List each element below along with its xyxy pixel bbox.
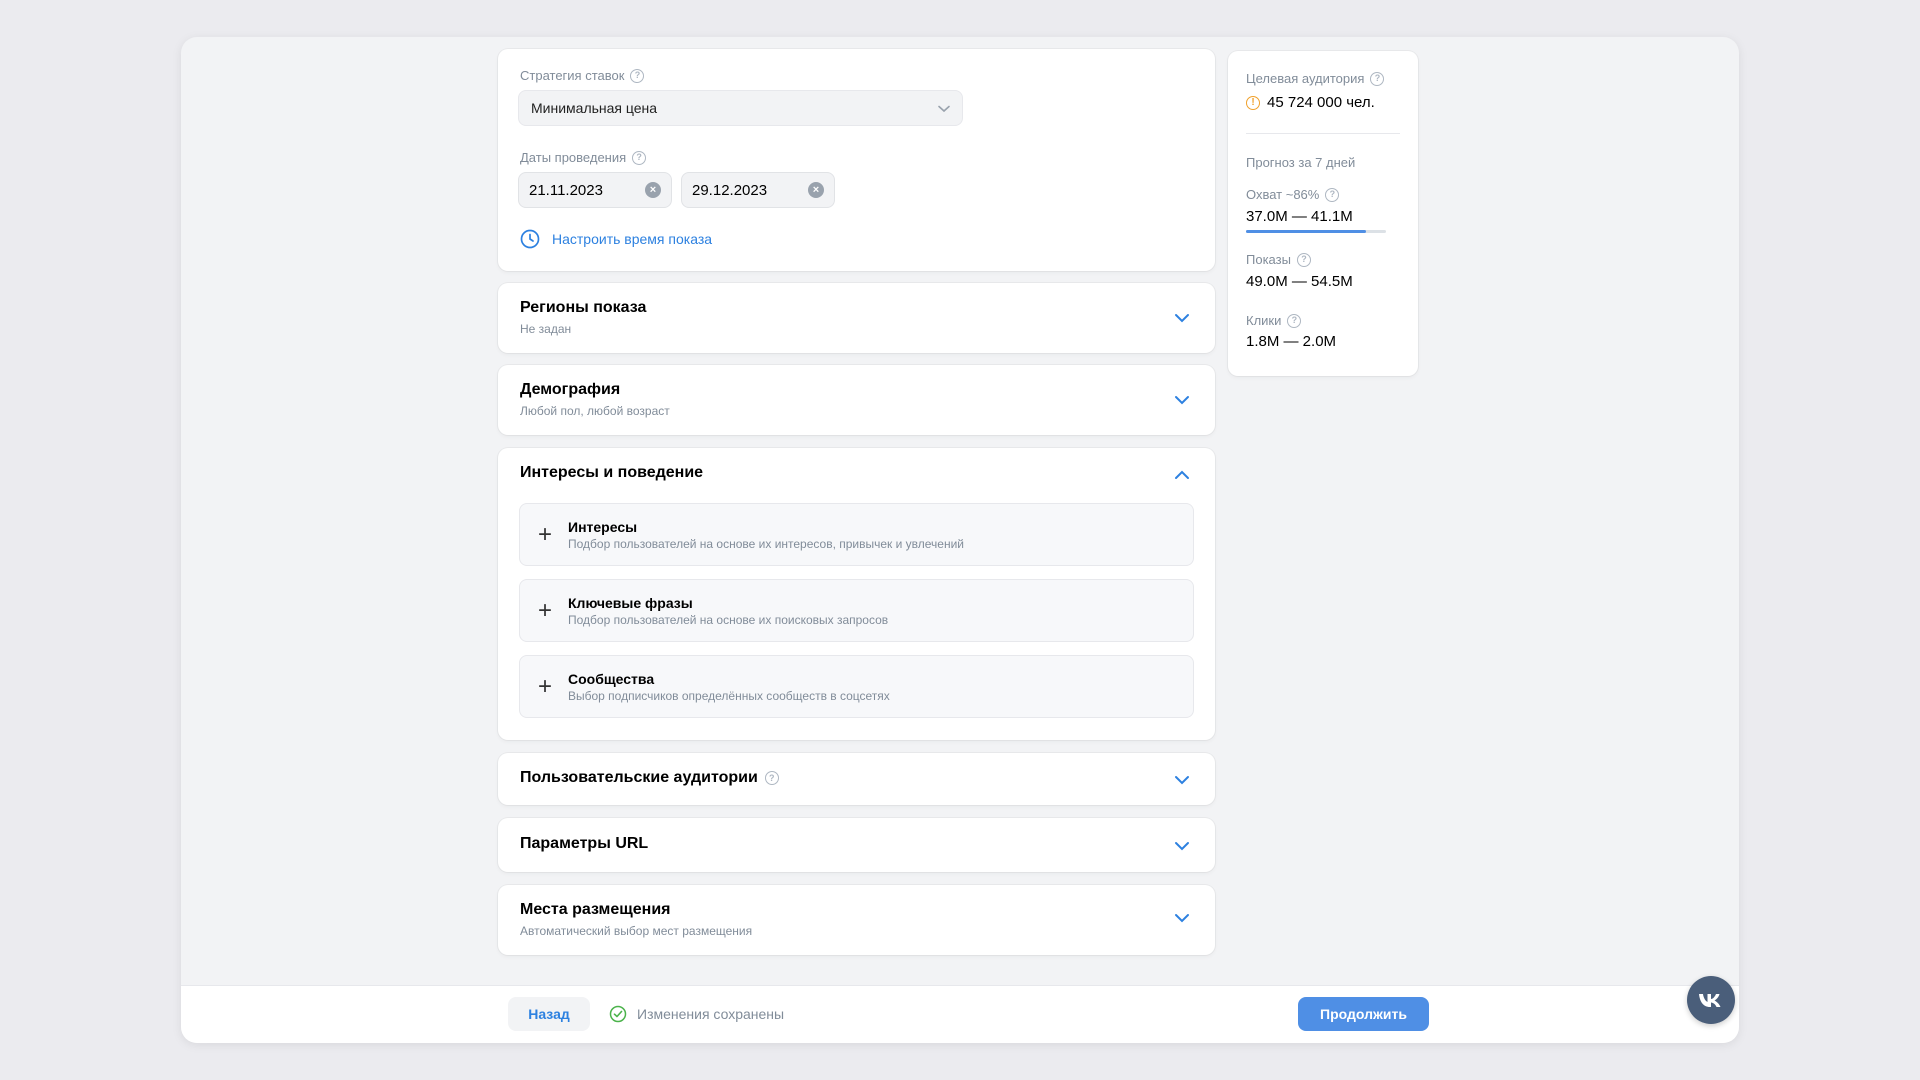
help-icon[interactable]: ? (632, 150, 647, 165)
section-subtitle: Не задан (520, 322, 572, 336)
check-circle-icon (609, 1005, 627, 1023)
date-start-field[interactable]: 21.11.2023 × (518, 172, 672, 208)
keywords-item[interactable]: + Ключевые фразы Подбор пользователей на… (519, 579, 1194, 642)
chevron-down-icon[interactable] (1174, 913, 1190, 923)
placements-section[interactable]: Места размещения Автоматический выбор ме… (498, 885, 1215, 955)
help-icon[interactable]: ? (764, 771, 779, 785)
section-title: Пользовательские аудитории ? (520, 769, 779, 787)
item-description: Подбор пользователей на основе их поиско… (568, 613, 889, 627)
section-title: Демография (520, 381, 621, 398)
reach-value: 37.0M — 41.1M (1246, 208, 1353, 225)
forecast-panel: Целевая аудитория ? ! 45 724 000 чел. Пр… (1228, 51, 1418, 376)
impressions-label: Показы ? (1246, 252, 1311, 267)
chevron-down-icon[interactable] (1174, 775, 1190, 785)
help-icon[interactable]: ? (1296, 252, 1311, 267)
demography-section[interactable]: Демография Любой пол, любой возраст (498, 365, 1215, 435)
chevron-down-icon[interactable] (1174, 841, 1190, 851)
clock-icon (520, 229, 540, 249)
forecast-label: Прогноз за 7 дней (1246, 155, 1356, 170)
help-icon[interactable]: ? (1287, 313, 1302, 328)
clear-icon[interactable]: × (808, 182, 824, 198)
help-icon[interactable]: ? (630, 68, 645, 83)
audience-value: ! 45 724 000 чел. (1246, 94, 1375, 111)
item-description: Подбор пользователей на основе их интере… (568, 537, 965, 551)
app-window: Стратегия ставок ? Минимальная цена Даты… (181, 37, 1739, 1043)
custom-audiences-section[interactable]: Пользовательские аудитории ? (498, 753, 1215, 805)
strategy-select[interactable]: Минимальная цена (518, 90, 963, 126)
item-description: Выбор подписчиков определённых сообществ… (568, 689, 890, 703)
help-icon[interactable]: ? (1370, 71, 1385, 86)
vk-logo-icon (1699, 994, 1721, 1007)
impressions-value: 49.0M — 54.5M (1246, 273, 1353, 290)
help-icon[interactable]: ? (1325, 187, 1340, 202)
dates-label: Даты проведения ? (520, 150, 647, 165)
vk-logo-button[interactable] (1687, 976, 1735, 1024)
interests-item[interactable]: + Интересы Подбор пользователей на основ… (519, 503, 1194, 566)
clicks-value: 1.8M — 2.0M (1246, 333, 1337, 350)
plus-icon: + (538, 597, 553, 624)
item-title: Ключевые фразы (568, 595, 693, 611)
chevron-down-icon (938, 105, 950, 113)
warning-icon: ! (1246, 95, 1260, 110)
continue-button[interactable]: Продолжить (1298, 997, 1429, 1031)
chevron-down-icon[interactable] (1174, 313, 1190, 323)
back-button[interactable]: Назад (508, 997, 590, 1031)
reach-label: Охват ~86% ? (1246, 187, 1340, 202)
section-title: Интересы и поведение (520, 464, 704, 481)
save-status: Изменения сохранены (609, 1005, 784, 1023)
chevron-down-icon[interactable] (1174, 395, 1190, 405)
schedule-link[interactable]: Настроить время показа (520, 229, 712, 249)
section-subtitle: Автоматический выбор мест размещения (520, 924, 753, 938)
item-title: Интересы (568, 519, 638, 535)
clear-icon[interactable]: × (645, 182, 661, 198)
interests-section: Интересы и поведение + Интересы Подбор п… (498, 448, 1215, 740)
url-params-section[interactable]: Параметры URL (498, 818, 1215, 872)
item-title: Сообщества (568, 671, 655, 687)
reach-progress-fill (1246, 230, 1367, 233)
section-title: Места размещения (520, 901, 671, 918)
footer-bar: Назад Изменения сохранены Продолжить (181, 985, 1739, 1043)
section-title: Параметры URL (520, 835, 649, 852)
divider (1246, 133, 1400, 134)
bidding-card: Стратегия ставок ? Минимальная цена Даты… (498, 49, 1215, 271)
communities-item[interactable]: + Сообщества Выбор подписчиков определён… (519, 655, 1194, 718)
section-title: Регионы показа (520, 299, 647, 316)
audience-label: Целевая аудитория ? (1246, 71, 1385, 86)
chevron-up-icon[interactable] (1174, 470, 1190, 480)
reach-progress-bar (1246, 230, 1386, 233)
plus-icon: + (538, 521, 553, 548)
plus-icon: + (538, 673, 553, 700)
clicks-label: Клики ? (1246, 313, 1302, 328)
date-end-field[interactable]: 29.12.2023 × (681, 172, 835, 208)
regions-section[interactable]: Регионы показа Не задан (498, 283, 1215, 353)
strategy-label: Стратегия ставок ? (520, 68, 645, 83)
section-subtitle: Любой пол, любой возраст (520, 404, 670, 418)
